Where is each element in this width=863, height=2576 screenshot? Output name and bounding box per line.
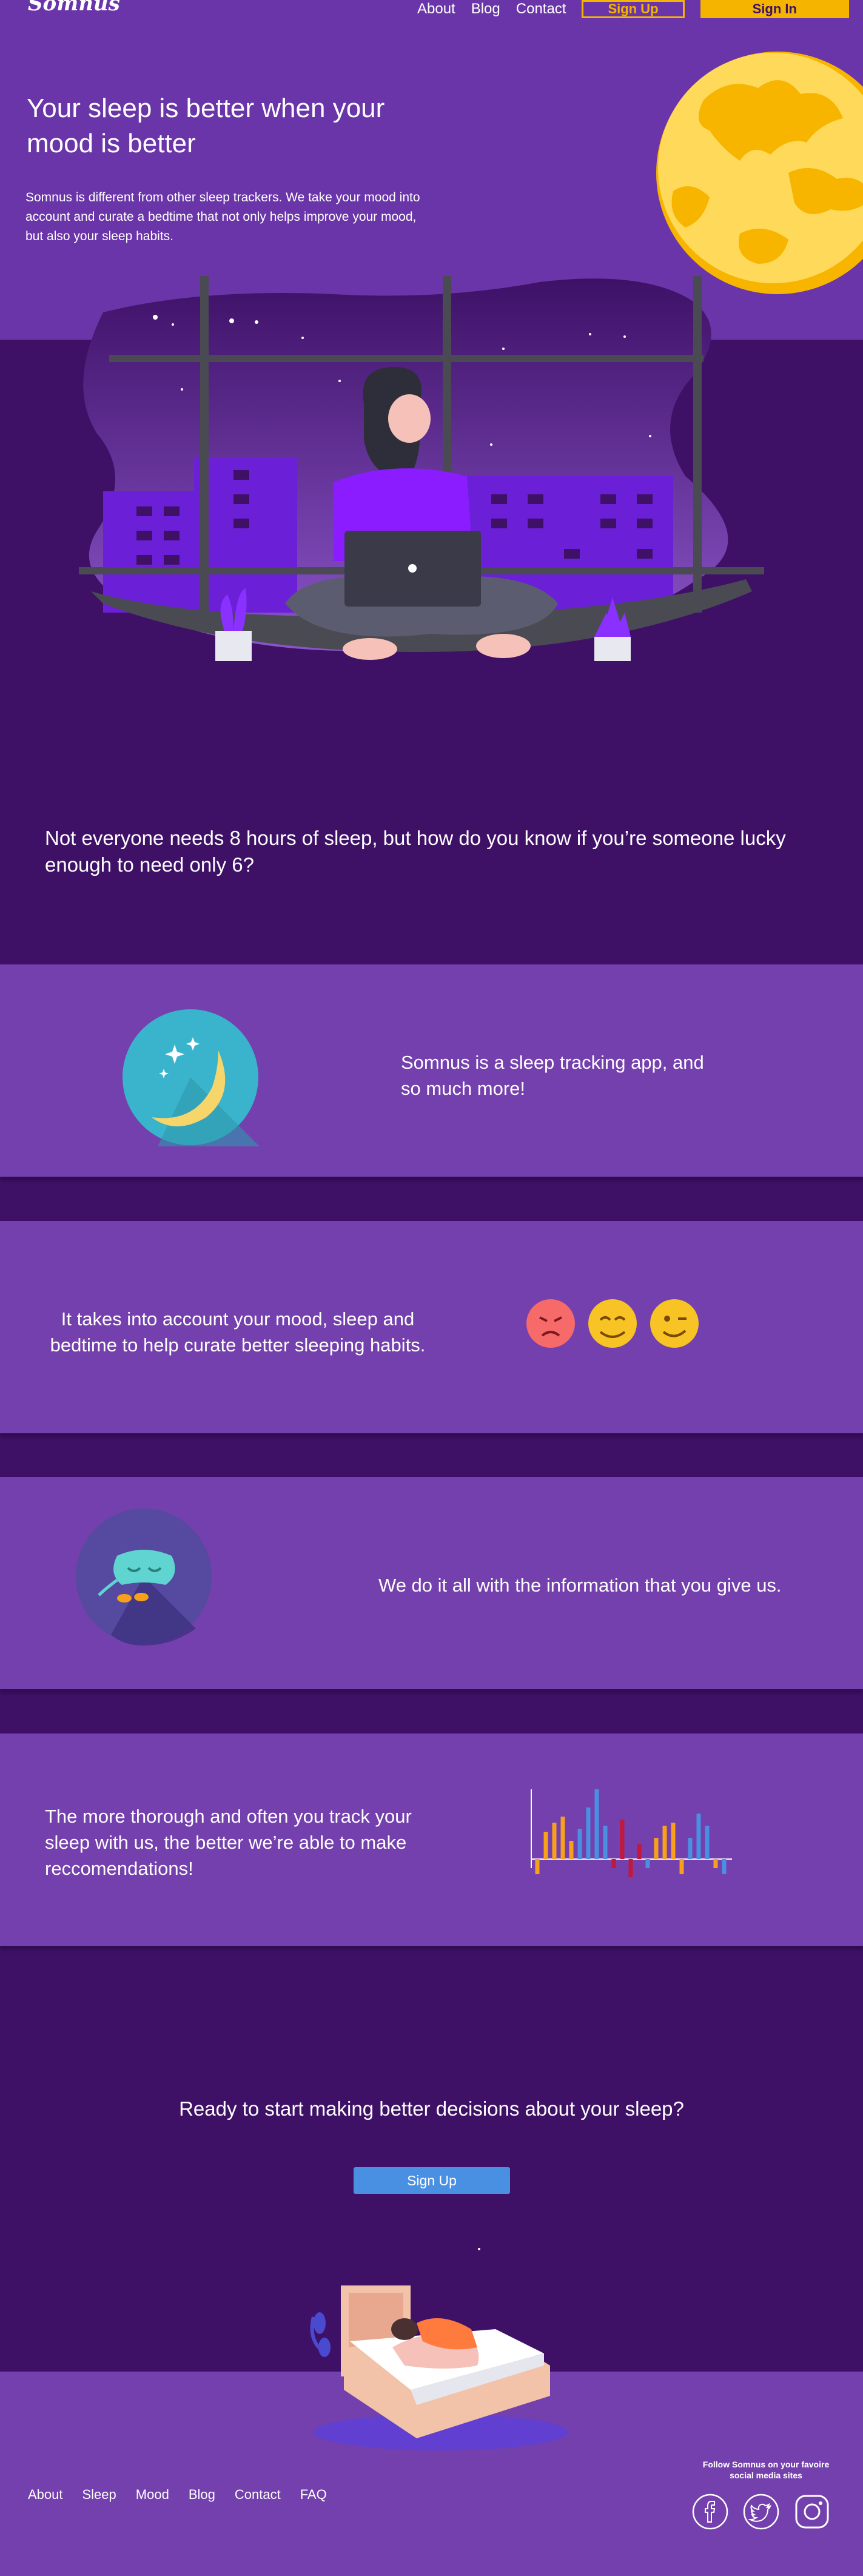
feature-section-2: It takes into account your mood, sleep a… xyxy=(0,1221,863,1433)
sleep-chart-icon xyxy=(529,1783,735,1880)
footer-nav: About Sleep Mood Blog Contact FAQ xyxy=(28,2487,327,2503)
cta-text: Ready to start making better decisions a… xyxy=(179,2097,684,2120)
signin-button[interactable]: Sign In xyxy=(700,0,849,18)
twitter-icon[interactable] xyxy=(742,2493,780,2531)
footer-link-about[interactable]: About xyxy=(28,2487,63,2503)
crescent-moon-icon xyxy=(121,1008,260,1146)
signup-button[interactable]: Sign Up xyxy=(582,0,685,18)
logo[interactable]: Somnus xyxy=(28,0,120,16)
hero-description: Somnus is different from other sleep tra… xyxy=(25,190,420,243)
feature-text-3: We do it all with the information that y… xyxy=(378,1575,782,1596)
sleep-mask-icon xyxy=(75,1507,213,1646)
footer-link-sleep[interactable]: Sleep xyxy=(82,2487,116,2503)
footer-link-contact[interactable]: Contact xyxy=(235,2487,281,2503)
social-icons xyxy=(691,2493,831,2531)
feature-text-1: Somnus is a sleep tracking app, and so m… xyxy=(401,1052,704,1099)
footer-link-mood[interactable]: Mood xyxy=(136,2487,169,2503)
cta-signup-button[interactable]: Sign Up xyxy=(354,2167,510,2194)
social-caption: Follow Somnus on your favoire social med… xyxy=(702,2460,830,2480)
nav-about[interactable]: About xyxy=(417,1,455,18)
feature-section-3: We do it all with the information that y… xyxy=(0,1477,863,1689)
feature-section-4: The more thorough and often you track yo… xyxy=(0,1734,863,1946)
nav-blog[interactable]: Blog xyxy=(471,1,500,18)
nav-contact[interactable]: Contact xyxy=(516,1,566,18)
feature-text-4: The more thorough and often you track yo… xyxy=(45,1806,412,1879)
facebook-icon[interactable] xyxy=(691,2493,729,2531)
hero-scene-illustration xyxy=(79,276,770,746)
instagram-icon[interactable] xyxy=(793,2493,831,2531)
footer-link-faq[interactable]: FAQ xyxy=(300,2487,327,2503)
top-nav: About Blog Contact Sign Up Sign In xyxy=(417,0,849,18)
bed-illustration xyxy=(301,2244,574,2453)
hero-title: Your sleep is better when your mood is b… xyxy=(27,93,385,158)
feature-text-2: It takes into account your mood, sleep a… xyxy=(50,1308,426,1356)
footer-link-blog[interactable]: Blog xyxy=(189,2487,215,2503)
intro-text: Not everyone needs 8 hours of sleep, but… xyxy=(45,827,786,876)
mood-faces-icon xyxy=(526,1298,699,1350)
feature-section-1: Somnus is a sleep tracking app, and so m… xyxy=(0,964,863,1177)
